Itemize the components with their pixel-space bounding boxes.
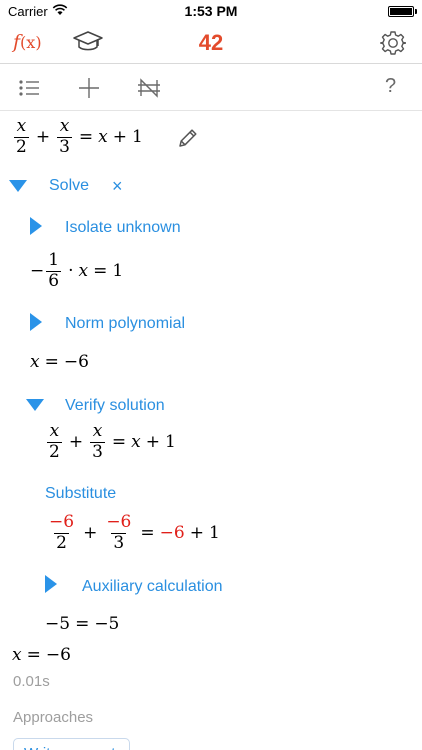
not-equal-icon[interactable]: [137, 76, 161, 100]
problem-count: 42: [198, 30, 224, 55]
toolbar: ?: [0, 65, 422, 111]
final-result: x = −6: [12, 645, 71, 665]
write-as-set-button[interactable]: Write as a set: [13, 738, 130, 750]
status-time: 1:53 PM: [184, 3, 238, 19]
input-equation[interactable]: x2 + x3 = x + 1: [12, 116, 143, 157]
gear-icon[interactable]: [380, 30, 406, 56]
plus-icon[interactable]: [77, 76, 101, 100]
battery-icon: [388, 6, 414, 17]
isolate-expression: − 16 · x = 1: [30, 250, 124, 291]
help-button[interactable]: ?: [385, 75, 396, 98]
substitute-expression: −6 2 + −6 3 = −6 + 1: [49, 512, 220, 553]
top-navigation: f(x) 42: [0, 22, 422, 64]
expand-norm-toggle[interactable]: [30, 313, 42, 331]
fraction: x3: [90, 421, 105, 462]
list-icon[interactable]: [18, 76, 42, 100]
collapse-verify-toggle[interactable]: [26, 399, 44, 411]
verify-equation: x2 + x3 = x + 1: [47, 421, 176, 462]
auxiliary-calculation-label[interactable]: Auxiliary calculation: [82, 578, 223, 596]
substitute-label: Substitute: [45, 485, 117, 502]
approaches-heading: Approaches: [13, 709, 94, 726]
fraction: x2: [14, 116, 29, 157]
norm-expression: x = −6: [30, 352, 89, 372]
expand-aux-toggle[interactable]: [45, 575, 57, 593]
norm-polynomial-label[interactable]: Norm polynomial: [65, 315, 185, 333]
close-solve-button[interactable]: ×: [112, 176, 123, 197]
status-bar: Carrier 1:53 PM: [0, 0, 422, 22]
pencil-icon[interactable]: [176, 126, 200, 150]
expand-isolate-toggle[interactable]: [30, 217, 42, 235]
fraction: −6 2: [49, 512, 75, 553]
verify-solution-label[interactable]: Verify solution: [65, 397, 165, 415]
collapse-solve-toggle[interactable]: [9, 180, 27, 192]
fraction: x3: [57, 116, 72, 157]
fraction: 16: [46, 250, 62, 291]
solve-label[interactable]: Solve: [49, 177, 89, 195]
isolate-unknown-label[interactable]: Isolate unknown: [65, 219, 181, 237]
aux-expression: −5 = −5: [45, 614, 120, 634]
computation-time: 0.01s: [13, 673, 50, 690]
fraction: −6 3: [106, 512, 132, 553]
fraction: x2: [47, 421, 62, 462]
battery-tip: [415, 9, 417, 14]
